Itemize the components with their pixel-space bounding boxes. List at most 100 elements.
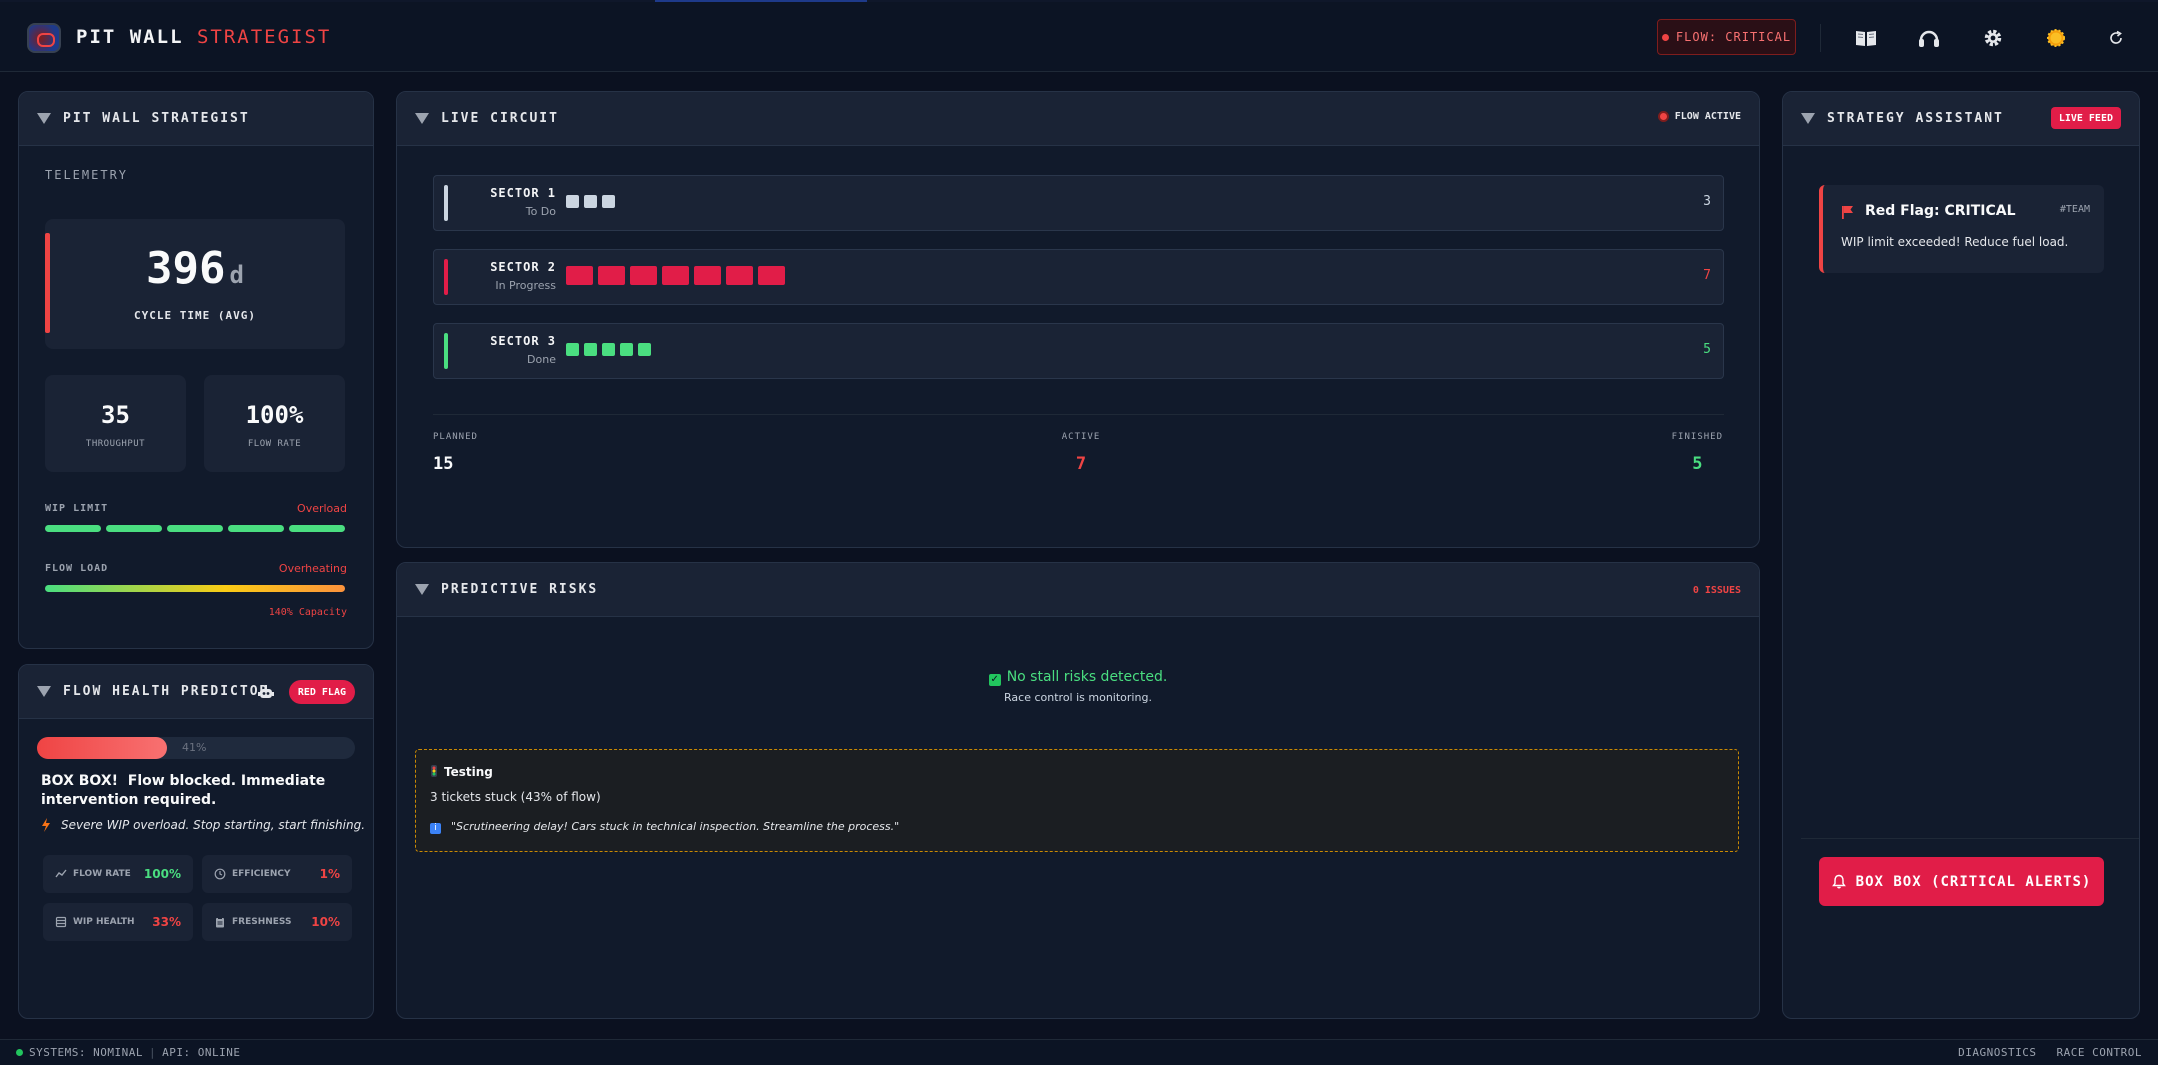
wip-segment bbox=[167, 525, 223, 532]
ticket-block[interactable] bbox=[602, 195, 615, 208]
ticket-block[interactable] bbox=[726, 266, 753, 285]
ticket-block[interactable] bbox=[662, 266, 689, 285]
collapse-icon[interactable] bbox=[415, 113, 429, 124]
cycle-time-label: CYCLE TIME (AVG) bbox=[134, 309, 256, 322]
testing-detail: 3 tickets stuck (43% of flow) bbox=[430, 790, 601, 804]
panel-title: STRATEGY ASSISTANT bbox=[1827, 111, 2004, 126]
sector-count: 7 bbox=[1703, 268, 1711, 283]
panel-title: FLOW HEALTH PREDICTOR bbox=[63, 684, 270, 699]
sector-status: In Progress bbox=[495, 279, 556, 292]
panel-title: LIVE CIRCUIT bbox=[441, 111, 559, 126]
collapse-icon[interactable] bbox=[37, 113, 51, 124]
wip-segment bbox=[228, 525, 284, 532]
app-logo bbox=[27, 23, 61, 53]
telemetry-panel: PIT WALL STRATEGIST TELEMETRY 396 d CYCLE… bbox=[18, 91, 374, 649]
strategy-assistant-header[interactable]: STRATEGY ASSISTANT LIVE FEED bbox=[1783, 92, 2139, 146]
panel-title: PIT WALL STRATEGIST bbox=[63, 111, 250, 126]
check-icon: ✓ bbox=[988, 674, 1001, 686]
collapse-icon[interactable] bbox=[37, 686, 51, 697]
testing-quote: i "Scrutineering delay! Cars stuck in tec… bbox=[430, 820, 899, 834]
live-circuit-header[interactable]: LIVE CIRCUIT FLOW ACTIVE bbox=[397, 92, 1759, 146]
ticket-block[interactable] bbox=[758, 266, 785, 285]
predictive-risks-header[interactable]: PREDICTIVE RISKS 0 ISSUES bbox=[397, 563, 1759, 617]
refresh-icon[interactable] bbox=[2104, 26, 2128, 50]
metric-efficiency: EFFICIENCY 1% bbox=[202, 855, 352, 893]
finished-stat: FINISHED 5 bbox=[1671, 432, 1723, 474]
ticket-block[interactable] bbox=[638, 343, 651, 356]
metric-flow-rate: FLOW RATE 100% bbox=[43, 855, 193, 893]
sun-icon[interactable] bbox=[2044, 26, 2068, 50]
ticket-block[interactable] bbox=[566, 195, 579, 208]
flow-load-bar bbox=[45, 585, 345, 592]
book-icon[interactable] bbox=[1854, 26, 1878, 50]
wip-segment bbox=[289, 525, 345, 532]
sector-row[interactable]: SECTOR 1 To Do 3 bbox=[433, 175, 1724, 231]
wip-limit-label: WIP LIMIT bbox=[45, 503, 109, 514]
sector-count: 5 bbox=[1703, 342, 1711, 357]
ticket-block[interactable] bbox=[566, 343, 579, 356]
lightning-icon bbox=[42, 818, 50, 832]
metric-freshness: FRESHNESS 10% bbox=[202, 903, 352, 941]
ticket-block[interactable] bbox=[584, 195, 597, 208]
collapse-icon[interactable] bbox=[415, 584, 429, 595]
sector-blocks bbox=[566, 195, 615, 208]
flow-rate-label: FLOW RATE bbox=[247, 439, 302, 449]
ticket-block[interactable] bbox=[566, 266, 593, 285]
ticket-block[interactable] bbox=[630, 266, 657, 285]
health-progress-fill bbox=[37, 737, 168, 759]
strategy-assistant-panel: STRATEGY ASSISTANT LIVE FEED Red Flag: C… bbox=[1782, 91, 2140, 1019]
flow-rate-value: 100% bbox=[245, 401, 304, 429]
flow-load-label: FLOW LOAD bbox=[45, 563, 109, 574]
testing-title: Testing bbox=[430, 765, 493, 779]
flag-icon bbox=[1842, 206, 1853, 219]
wip-segment bbox=[106, 525, 162, 532]
sector-name: SECTOR 1 bbox=[490, 186, 556, 200]
diagnostics-link[interactable]: DIAGNOSTICS bbox=[1958, 1046, 2036, 1059]
collapse-icon[interactable] bbox=[1801, 113, 1815, 124]
headphones-icon[interactable] bbox=[1917, 26, 1941, 50]
info-icon: i bbox=[430, 823, 441, 834]
testing-stall-card[interactable]: Testing 3 tickets stuck (43% of flow) i "… bbox=[415, 749, 1739, 852]
ticket-block[interactable] bbox=[584, 343, 597, 356]
warning-line: Severe WIP overload. Stop starting, star… bbox=[41, 818, 365, 832]
ticket-block[interactable] bbox=[620, 343, 633, 356]
flow-rate-card: 100% FLOW RATE bbox=[204, 375, 345, 472]
app-title: PIT WALL STRATEGIST bbox=[76, 26, 332, 48]
ticket-block[interactable] bbox=[694, 266, 721, 285]
stack-icon bbox=[55, 916, 67, 928]
alert-body: WIP limit exceeded! Reduce fuel load. bbox=[1841, 235, 2069, 249]
sector-row[interactable]: SECTOR 3 Done 5 bbox=[433, 323, 1724, 379]
race-control-link[interactable]: RACE CONTROL bbox=[2057, 1046, 2142, 1059]
ticket-block[interactable] bbox=[598, 266, 625, 285]
cycle-time-value: 396 d bbox=[146, 243, 244, 294]
no-risk-message: ✓ No stall risks detected. bbox=[988, 669, 1168, 686]
sector-name: SECTOR 3 bbox=[490, 334, 556, 348]
trend-icon bbox=[55, 869, 67, 878]
ticket-block[interactable] bbox=[602, 343, 615, 356]
flow-status-badge: FLOW: CRITICAL bbox=[1657, 19, 1796, 55]
telemetry-label: TELEMETRY bbox=[45, 168, 129, 182]
alert-card[interactable]: Red Flag: CRITICAL #TEAM WIP limit excee… bbox=[1819, 185, 2104, 273]
sector-row[interactable]: SECTOR 2 In Progress 7 bbox=[433, 249, 1724, 305]
sector-blocks bbox=[566, 266, 785, 285]
stats-divider bbox=[433, 414, 1724, 415]
status-footer: SYSTEMS: NOMINAL | API: ONLINE DIAGNOSTI… bbox=[0, 1039, 2158, 1065]
throughput-value: 35 bbox=[101, 401, 130, 429]
flow-active-indicator: FLOW ACTIVE bbox=[1657, 111, 1741, 122]
critical-alerts-button[interactable]: BOX BOX (CRITICAL ALERTS) bbox=[1819, 857, 2104, 906]
cycle-time-card: 396 d CYCLE TIME (AVG) bbox=[45, 219, 345, 349]
flow-health-header[interactable]: FLOW HEALTH PREDICTOR RED FLAG bbox=[19, 665, 373, 719]
sector-name: SECTOR 2 bbox=[490, 260, 556, 274]
issues-count: 0 ISSUES bbox=[1692, 585, 1741, 596]
sector-status: Done bbox=[527, 353, 556, 366]
robot-icon bbox=[258, 685, 274, 698]
gear-icon[interactable] bbox=[1981, 26, 2005, 50]
app-header: PIT WALL STRATEGIST FLOW: CRITICAL bbox=[0, 2, 2158, 72]
flow-health-panel: FLOW HEALTH PREDICTOR RED FLAG 41% BOX B… bbox=[18, 664, 374, 1019]
live-feed-badge: LIVE FEED bbox=[2050, 107, 2121, 129]
header-divider bbox=[1820, 24, 1821, 52]
bell-icon bbox=[1831, 874, 1846, 889]
systems-status: SYSTEMS: NOMINAL bbox=[29, 1046, 143, 1059]
wip-segment bbox=[45, 525, 101, 532]
telemetry-panel-header[interactable]: PIT WALL STRATEGIST bbox=[19, 92, 373, 146]
